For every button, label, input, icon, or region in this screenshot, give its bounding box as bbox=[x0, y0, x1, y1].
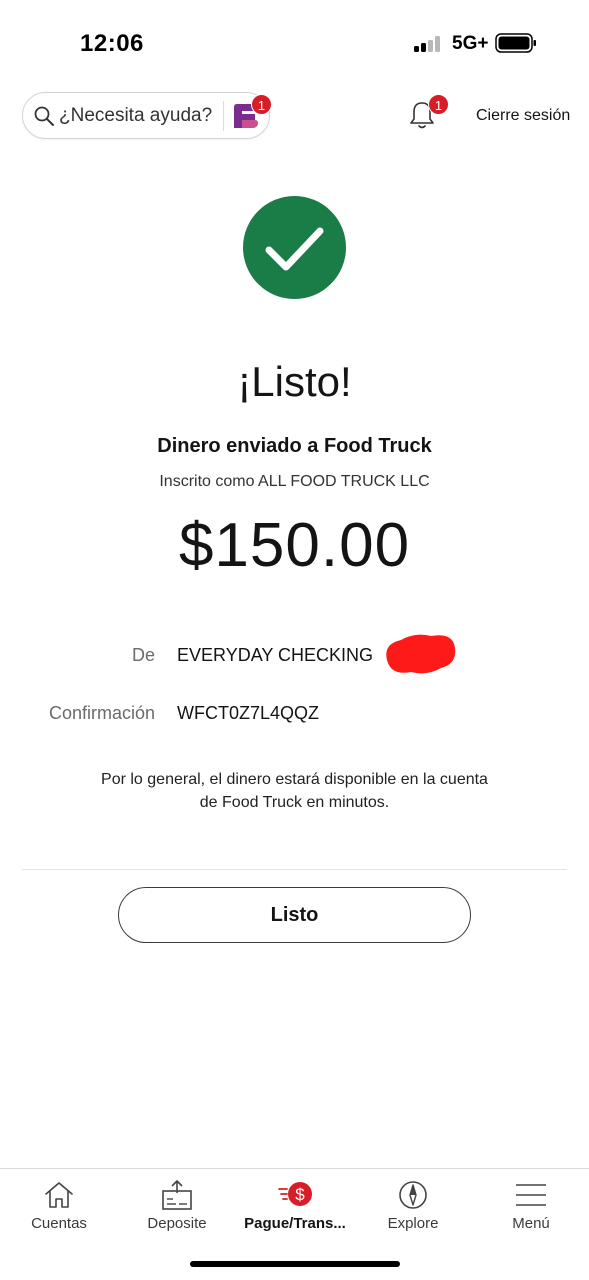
availability-note-line-2: de Food Truck en minutos. bbox=[199, 794, 390, 811]
svg-text:$: $ bbox=[295, 1185, 305, 1204]
confirmation-number: WFCT0Z7L4QQZ bbox=[177, 703, 320, 723]
tab-label: Menú bbox=[512, 1215, 550, 1232]
help-badge: 1 bbox=[251, 94, 272, 115]
tab-menu[interactable]: Menú bbox=[472, 1169, 589, 1249]
status-time: 12:06 bbox=[80, 30, 144, 57]
confirmation-label: Confirmación bbox=[48, 703, 155, 723]
recipient-summary: Dinero enviado a Food Truck bbox=[157, 435, 432, 457]
success-checkmark-icon bbox=[243, 196, 346, 299]
recipient-registered-name: Inscrito como ALL FOOD TRUCK LLC bbox=[159, 473, 430, 490]
deposit-icon bbox=[162, 1180, 192, 1210]
help-divider bbox=[223, 101, 224, 131]
availability-note: Por lo general, el dinero estará disponi… bbox=[60, 768, 529, 814]
status-bar: 12:06 5G+ bbox=[0, 0, 589, 80]
home-indicator[interactable] bbox=[190, 1261, 400, 1267]
help-placeholder: ¿Necesita ayuda? bbox=[59, 105, 213, 126]
redaction-mark bbox=[386, 634, 456, 674]
tab-accounts[interactable]: Cuentas bbox=[0, 1169, 118, 1249]
compass-icon bbox=[399, 1181, 427, 1209]
search-icon bbox=[34, 106, 54, 126]
from-account: EVERYDAY CHECKING bbox=[177, 645, 374, 665]
from-label: De bbox=[131, 645, 155, 665]
tab-explore[interactable]: Explore bbox=[354, 1169, 472, 1249]
transfer-amount: $150.00 bbox=[178, 511, 411, 580]
signout-link[interactable]: Cierre sesión bbox=[476, 107, 570, 125]
availability-note-line-1: Por lo general, el dinero estará disponi… bbox=[101, 771, 488, 788]
battery-icon bbox=[495, 33, 536, 53]
success-headline: ¡Listo! bbox=[237, 358, 352, 405]
hamburger-icon bbox=[516, 1184, 546, 1206]
tab-pay-transfer[interactable]: $ Pague/Trans... bbox=[236, 1169, 354, 1249]
tab-label: Deposite bbox=[147, 1215, 207, 1232]
network-type: 5G+ bbox=[452, 33, 489, 54]
home-icon bbox=[45, 1182, 73, 1208]
done-button[interactable]: Listo bbox=[118, 887, 471, 943]
tab-label: Explore bbox=[387, 1215, 439, 1232]
tab-label: Pague/Trans... bbox=[244, 1215, 346, 1232]
tab-deposit[interactable]: Deposite bbox=[118, 1169, 236, 1249]
notifications-badge: 1 bbox=[428, 94, 449, 115]
tab-label: Cuentas bbox=[31, 1215, 87, 1232]
pay-transfer-icon: $ bbox=[278, 1182, 312, 1206]
section-divider bbox=[22, 869, 567, 870]
help-search-field[interactable]: ¿Necesita ayuda? 1 bbox=[22, 92, 272, 139]
cell-signal-icon bbox=[414, 36, 444, 52]
